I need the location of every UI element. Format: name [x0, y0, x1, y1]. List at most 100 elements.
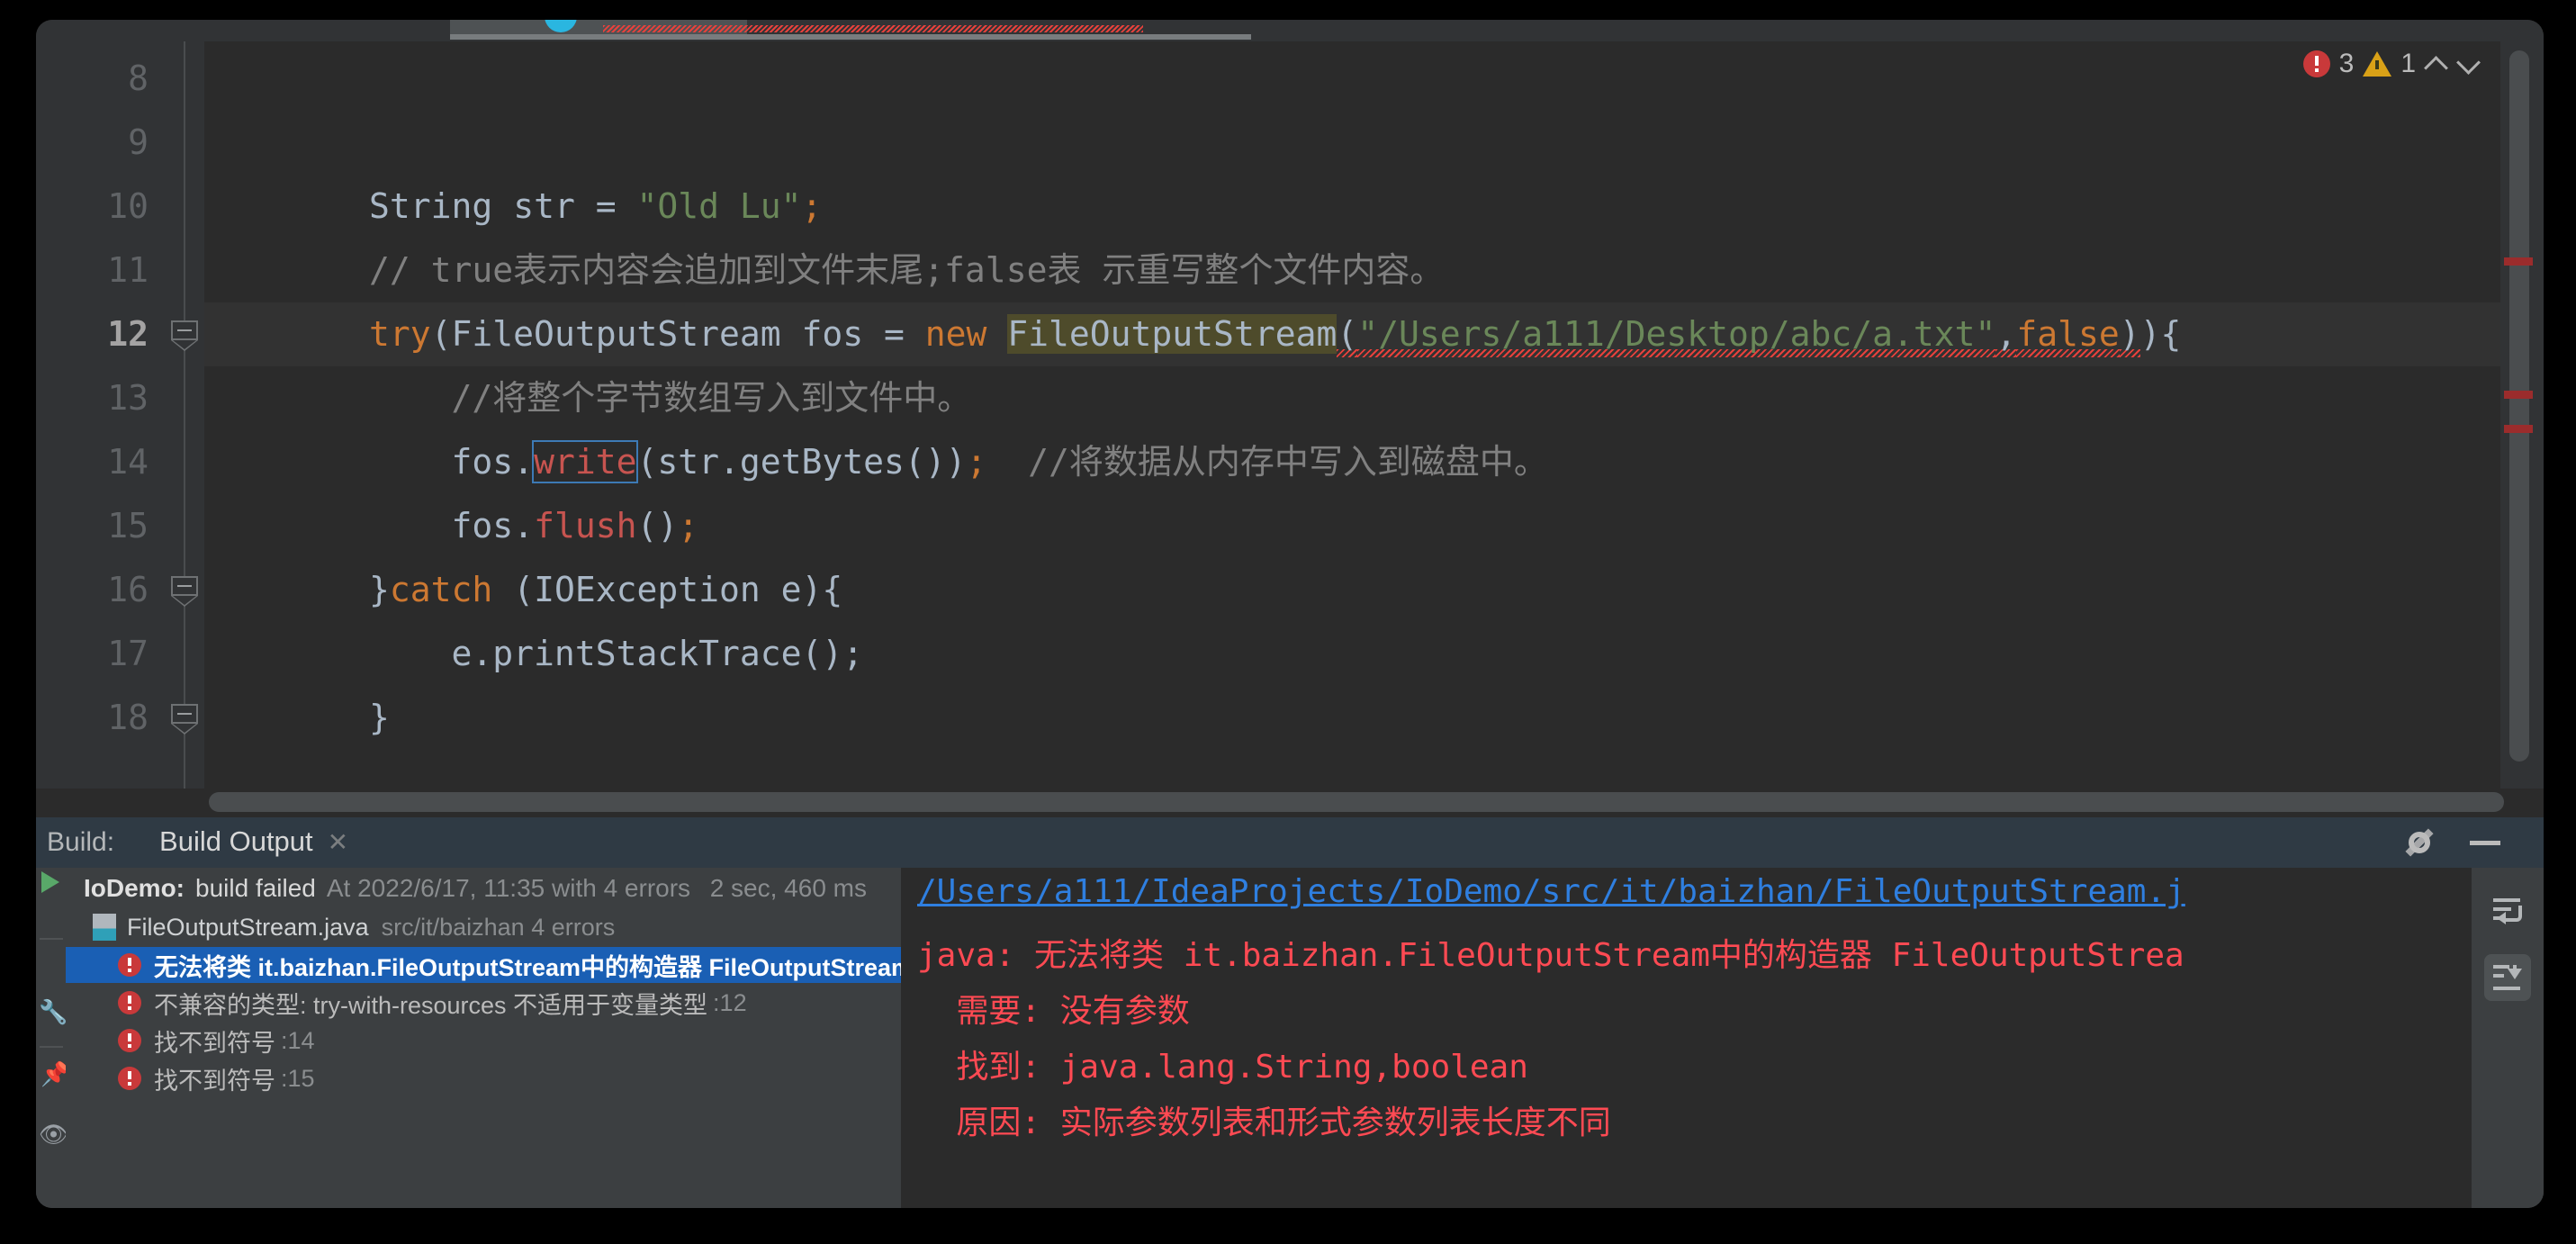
- rail-divider: [40, 1046, 63, 1048]
- editor-tab-strip-partial: [36, 20, 2544, 41]
- build-detail-console[interactable]: /Users/a111/IdeaProjects/IoDemo/src/it/b…: [901, 868, 2472, 1208]
- error-stripe-mark[interactable]: [2504, 257, 2533, 266]
- build-error-row[interactable]: 找不到符号:15: [66, 1060, 901, 1096]
- soft-wrap-icon[interactable]: [2484, 888, 2531, 934]
- build-summary-row[interactable]: IoDemo: build failed At 2022/6/17, 11:35 w…: [66, 868, 901, 909]
- build-duration: 2 sec, 460 ms: [709, 874, 867, 902]
- build-detail-file-link[interactable]: /Users/a111/IdeaProjects/IoDemo/src/it/b…: [917, 873, 2185, 910]
- rerun-icon[interactable]: [41, 871, 59, 893]
- build-status: build failed: [195, 874, 316, 902]
- gear-icon[interactable]: [2405, 828, 2434, 857]
- line-number-9[interactable]: 9: [36, 111, 149, 175]
- error-stripe-gutter[interactable]: [2500, 41, 2544, 789]
- java-file-icon: [93, 914, 116, 941]
- error-count: 3: [2338, 49, 2355, 78]
- code-token: str =: [492, 186, 637, 226]
- code-token: ;: [966, 442, 987, 482]
- code-token: false: [2016, 314, 2120, 357]
- build-action-rail: 🔧 📌 👁: [36, 868, 69, 1208]
- line-number-16[interactable]: 16: [36, 558, 149, 622]
- code-line-16[interactable]: }catch (IOException e){: [204, 558, 2544, 622]
- code-editor[interactable]: 8 9 10 11 12 13 14 15 16 17 18 String str = "Old L…: [36, 41, 2544, 789]
- build-error-line: :12: [713, 988, 747, 1016]
- build-file-path: src/it/baizhan 4 errors: [381, 913, 616, 941]
- line-number-12[interactable]: 12: [36, 302, 149, 366]
- code-line-11[interactable]: // true表示内容会追加到文件末尾;false表 示重写整个文件内容。: [204, 239, 2544, 302]
- build-error-row[interactable]: 无法将类 it.baizhan.FileOutputStream中的构造器 Fi…: [66, 947, 901, 983]
- error-stripe-mark[interactable]: [2504, 391, 2533, 399]
- code-token: ;: [801, 186, 823, 226]
- code-line-12[interactable]: try(FileOutputStream fos = new FileOutpu…: [204, 302, 2544, 366]
- build-error-tree[interactable]: IoDemo: build failed At 2022/6/17, 11:35 w…: [66, 868, 901, 1208]
- error-squiggle-partial: [603, 25, 1143, 32]
- build-file-node[interactable]: FileOutputStream.java src/it/baizhan 4 er…: [66, 909, 901, 945]
- error-circle-icon: [2302, 50, 2330, 77]
- code-token: // true表示内容会追加到文件末尾;false表 示重写整个文件内容。: [369, 250, 1445, 290]
- build-detail-line: 原因: 实际参数列表和形式参数列表长度不同: [917, 1104, 1611, 1141]
- line-number-17[interactable]: 17: [36, 622, 149, 686]
- horizontal-scrollbar-thumb[interactable]: [209, 792, 2504, 812]
- code-line-10[interactable]: String str = "Old Lu";: [204, 175, 2544, 239]
- filter-eye-icon[interactable]: 👁: [39, 1122, 68, 1147]
- build-error-message: 无法将类 it.baizhan.FileOutputStream中的构造器 Fi…: [154, 953, 901, 981]
- build-error-row[interactable]: 不兼容的类型: try-with-resources 不适用于变量类型:12: [66, 985, 901, 1021]
- line-number-14[interactable]: 14: [36, 430, 149, 494]
- fold-arrow-line12[interactable]: [171, 340, 198, 351]
- code-line-13[interactable]: //将整个字节数组写入到文件中。: [204, 366, 2544, 430]
- code-token: FileOutputStream: [1007, 314, 1338, 354]
- pin-icon[interactable]: 📌: [41, 1062, 69, 1086]
- scroll-to-end-icon[interactable]: [2484, 954, 2531, 1001]
- code-token: e.printStackTrace();: [451, 634, 864, 673]
- error-stripe-mark[interactable]: [2504, 425, 2533, 433]
- inspection-widget[interactable]: 3 1: [2302, 49, 2481, 79]
- fold-marker-line12[interactable]: [171, 320, 198, 340]
- rail-divider: [40, 938, 63, 940]
- line-number-gutter[interactable]: 8 9 10 11 12 13 14 15 16 17 18: [36, 41, 165, 789]
- code-token: "Old Lu": [636, 186, 802, 226]
- fold-arrow-line18[interactable]: [171, 724, 198, 735]
- build-error-line: :15: [281, 1064, 315, 1092]
- code-folding-column[interactable]: [165, 41, 204, 789]
- code-token: catch: [389, 570, 493, 609]
- line-number-11[interactable]: 11: [36, 239, 149, 302]
- code-token: ): [2119, 314, 2140, 357]
- vertical-scrollbar-thumb[interactable]: [2509, 50, 2529, 762]
- build-window-header: Build: Build Output ✕: [36, 817, 2544, 874]
- fold-marker-line18[interactable]: [171, 704, 198, 724]
- code-line-9[interactable]: [204, 111, 2544, 175]
- build-error-row[interactable]: 找不到符号:14: [66, 1023, 901, 1059]
- chevron-up-icon[interactable]: [2425, 52, 2448, 76]
- code-text-area[interactable]: String str = "Old Lu"; // true表示内容会追加到文件…: [204, 41, 2544, 789]
- tab-build-output[interactable]: Build Output ✕: [159, 825, 348, 874]
- minimize-icon[interactable]: [2470, 840, 2500, 845]
- code-token: try: [369, 314, 431, 354]
- build-console-tools: [2472, 868, 2544, 1208]
- code-token: (str.getBytes()): [636, 442, 967, 482]
- line-number-18[interactable]: 18: [36, 686, 149, 750]
- chevron-down-icon[interactable]: [2457, 52, 2481, 76]
- code-line-8[interactable]: [204, 47, 2544, 111]
- code-line-18[interactable]: }: [204, 686, 2544, 750]
- code-line-14[interactable]: fos.write(str.getBytes()); //将数据从内存中写入到磁…: [204, 430, 2544, 494]
- line-number-13[interactable]: 13: [36, 366, 149, 430]
- build-detail-line: 找到: java.lang.String,boolean: [917, 1049, 1528, 1086]
- close-icon[interactable]: ✕: [328, 827, 348, 857]
- code-line-17[interactable]: e.printStackTrace();: [204, 622, 2544, 686]
- build-project-name: IoDemo:: [84, 874, 185, 902]
- line-number-8[interactable]: 8: [36, 47, 149, 111]
- fold-arrow-line16[interactable]: [171, 596, 198, 607]
- code-token: //将数据从内存中写入到磁盘中。: [1028, 442, 1548, 482]
- line-number-10[interactable]: 10: [36, 175, 149, 239]
- code-line-15[interactable]: fos.flush();: [204, 494, 2544, 558]
- fold-marker-line16[interactable]: [171, 576, 198, 596]
- build-file-name: FileOutputStream.java: [127, 913, 369, 941]
- line-number-15[interactable]: 15: [36, 494, 149, 558]
- settings-wrench-icon[interactable]: 🔧: [39, 999, 68, 1024]
- selection-underline: [450, 34, 1251, 40]
